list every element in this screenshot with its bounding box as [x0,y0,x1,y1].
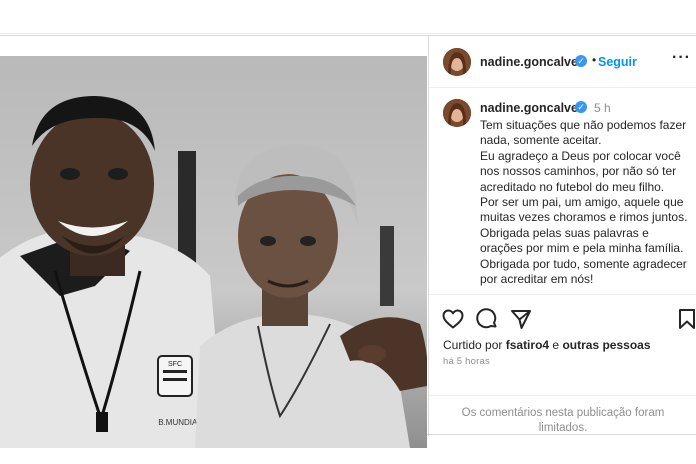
caption-text: Tem situações que não podemos fazer nada… [480,118,694,287]
bookmark-icon[interactable] [675,307,696,331]
author-username[interactable]: nadine.goncalves [480,55,585,69]
caption-line: Tem situações que não podemos fazer nada… [480,118,687,148]
likes-prefix: Curtido por [443,338,503,352]
caption-line: Por ser um pai, um amigo, aquele que mui… [480,195,688,225]
crest-text: SFC [168,361,182,368]
post-photo[interactable]: SFC B.MUNDIAL [0,56,427,448]
caption-avatar[interactable] [443,99,471,127]
likes-summary: Curtido por fsatiro4 e outras pessoas [443,338,651,352]
caption-line: Obrigada pelas suas palavras e orações p… [480,225,684,256]
post-actions: Curtido por fsatiro4 e outras pessoas há… [429,294,696,434]
top-bar [0,0,696,34]
likes-others-link[interactable]: outras pessoas [562,338,650,352]
more-options-icon[interactable]: ··· [672,49,691,67]
caption-block: nadine.goncalves ✓ 5 h Tem situações que… [429,89,696,294]
author-avatar[interactable] [443,48,471,76]
caption-line: Obrigada por tudo, somente agradecer por… [480,256,687,287]
caption-username[interactable]: nadine.goncalves [480,101,585,115]
post-side-panel: nadine.goncalves ✓ • Seguir ··· nadine.g… [428,36,696,436]
separator-dot: • [592,53,597,67]
share-icon[interactable] [509,307,533,331]
likes-joiner: e [552,338,560,352]
instagram-post: SFC B.MUNDIAL nadine.goncalves ✓ • Segui… [0,35,696,448]
post-header: nadine.goncalves ✓ • Seguir ··· [429,36,696,88]
liker-username[interactable]: fsatiro4 [506,338,549,352]
limited-line: limitados. [538,422,588,434]
limited-line: Os comentários nesta publicação foram [461,407,665,419]
post-age[interactable]: há 5 horas [443,356,490,367]
comments-limited-notice: Os comentários nesta publicação foram li… [429,395,696,436]
heart-icon[interactable] [441,307,465,331]
follow-button[interactable]: Seguir [598,55,637,69]
caption-time[interactable]: 5 h [594,101,611,115]
caption-line: Eu agradeço a Deus por colocar você nos … [480,148,681,194]
verified-badge-icon: ✓ [575,55,587,67]
shirt-text: B.MUNDIAL [158,418,202,427]
photo-graphic: SFC B.MUNDIAL [0,56,427,448]
comment-icon[interactable] [475,307,499,331]
verified-badge-icon: ✓ [575,101,587,113]
